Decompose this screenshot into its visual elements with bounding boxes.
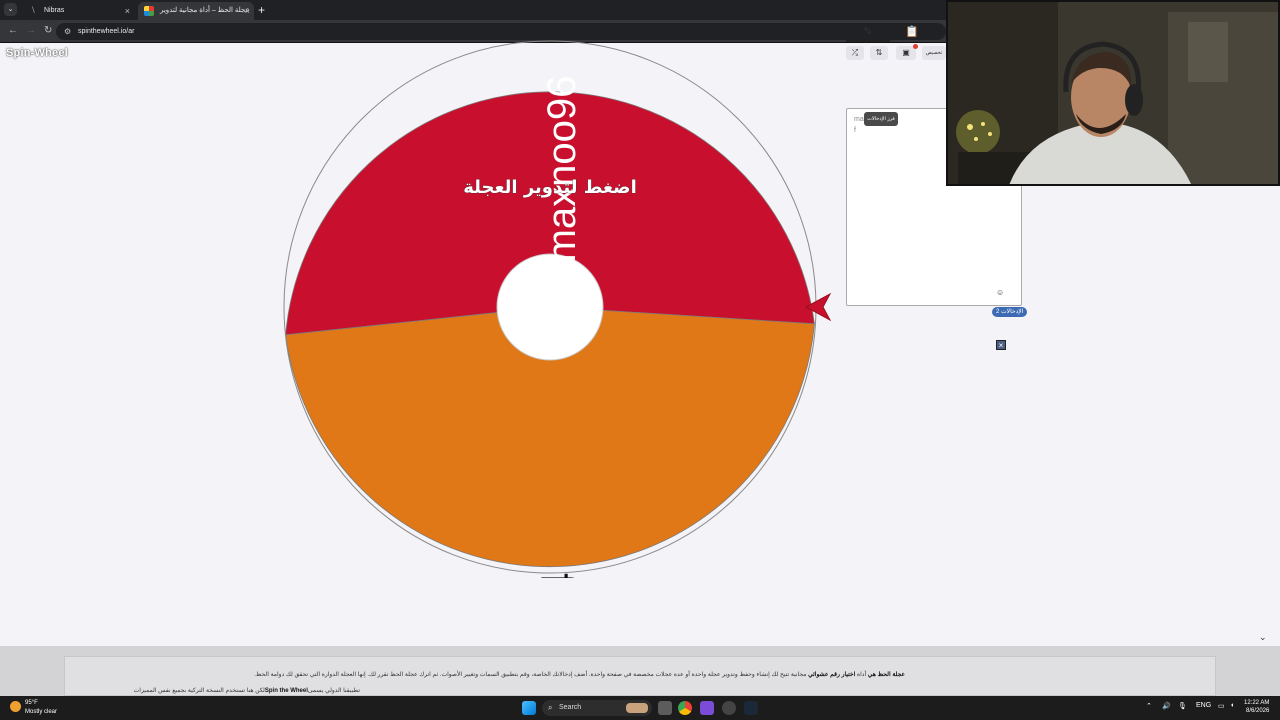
steam-icon[interactable] bbox=[744, 701, 758, 715]
shuffle-button[interactable]: ⤮ bbox=[846, 46, 864, 60]
chevron-down-icon[interactable]: ⌄ bbox=[1259, 632, 1267, 643]
image-icon: ▣ bbox=[902, 48, 910, 57]
chrome-icon[interactable] bbox=[678, 701, 692, 715]
wheel-pointer-icon bbox=[804, 292, 832, 322]
system-clock[interactable]: 12:22 AM 8/6/2026 bbox=[1244, 699, 1269, 715]
wheel-segment-2-label: f bbox=[530, 573, 586, 578]
spin-instruction-text[interactable]: اضغط لتدوير العجلة bbox=[463, 177, 637, 199]
network-icon[interactable]: ▭ bbox=[1218, 702, 1225, 710]
tab-search-button[interactable]: ⌄ bbox=[4, 3, 17, 16]
browser-tab-nibras[interactable]: ∖ Nibras × bbox=[22, 2, 134, 20]
site-logo[interactable]: Spin-Wheel bbox=[6, 47, 68, 59]
language-indicator[interactable]: ENG bbox=[1196, 702, 1211, 709]
entry-line: f bbox=[854, 127, 856, 134]
description-section: عجلة الحظ هي أداة اختيار رقم عشوائي مجان… bbox=[0, 646, 1280, 696]
close-tab-icon[interactable]: × bbox=[125, 2, 130, 20]
clock-time: 12:22 AM bbox=[1244, 700, 1270, 706]
tab-title: Nibras bbox=[44, 7, 65, 14]
speaker-icon[interactable]: ◖ bbox=[1230, 702, 1234, 709]
microphone-icon[interactable]: 🎙 bbox=[1178, 702, 1187, 710]
notification-dot bbox=[913, 44, 918, 49]
spinwheel-favicon-icon bbox=[144, 6, 154, 16]
description-line-2: تطبيقنا الدولي يسمىSpin the Wheelلكن هنا… bbox=[133, 688, 360, 694]
volume-icon[interactable]: 🔊 bbox=[1162, 702, 1171, 710]
windows-taskbar: 95°F Mostly clear ⌕ Search ⌃ 🔊 🎙 ENG ▭ ◖… bbox=[0, 696, 1280, 720]
customize-button[interactable]: تخصيص bbox=[922, 46, 946, 60]
clock-date: 8/6/2026 bbox=[1246, 708, 1270, 714]
browser-tab-spinthewheel[interactable]: عجلة الحظ – أداة مجانية لتدوير ال... × bbox=[138, 2, 254, 32]
search-highlight-icon bbox=[626, 703, 648, 713]
reload-icon[interactable]: ↻ bbox=[44, 24, 52, 38]
description-line-1: عجلة الحظ هي أداة اختيار رقم عشوائي مجان… bbox=[254, 672, 905, 678]
close-icon[interactable]: × bbox=[996, 340, 1006, 350]
search-label: Search bbox=[559, 704, 582, 711]
nibras-favicon-icon: ∖ bbox=[28, 6, 38, 16]
new-tab-button[interactable]: + bbox=[258, 2, 265, 18]
obs-icon[interactable] bbox=[722, 701, 736, 715]
shuffle-icon: ⤮ bbox=[851, 48, 859, 57]
weather-desc: Mostly clear bbox=[25, 709, 58, 715]
tab-entries[interactable]: ✎ bbox=[846, 24, 890, 42]
forward-arrow-icon[interactable]: → bbox=[26, 24, 36, 38]
spin-wheel[interactable]: maxnoo96 f اضغط لتدوير العجلة bbox=[279, 36, 821, 578]
streamer-webcam-image bbox=[948, 2, 1278, 184]
task-view-icon[interactable] bbox=[658, 701, 672, 715]
start-icon[interactable] bbox=[522, 701, 536, 715]
close-tab-icon[interactable]: × bbox=[245, 2, 250, 20]
weather-icon bbox=[10, 701, 21, 712]
back-arrow-icon[interactable]: ← bbox=[8, 24, 18, 38]
search-icon: ⌕ bbox=[548, 703, 553, 712]
entry-line: ma bbox=[854, 116, 864, 123]
tab-results[interactable]: 📋 bbox=[890, 24, 934, 42]
chevron-up-icon[interactable]: ⌃ bbox=[1146, 702, 1152, 710]
url-text: spinthewheel.io/ar bbox=[78, 28, 135, 35]
sort-icon: ⇅ bbox=[875, 48, 883, 57]
sort-button[interactable]: ⇅ bbox=[870, 46, 888, 60]
webcam-overlay bbox=[946, 0, 1280, 186]
wheel-segment-1-label: maxnoo96 bbox=[540, 76, 584, 263]
emoji-icon[interactable]: ☺ bbox=[996, 288, 1004, 297]
clipboard-icon: 📋 bbox=[905, 26, 919, 38]
pencil-icon: ✎ bbox=[863, 26, 873, 38]
discord-icon[interactable] bbox=[700, 701, 714, 715]
sort-tooltip: فرز الإدخالات bbox=[864, 112, 898, 126]
site-info-icon[interactable]: ⚙ bbox=[64, 23, 71, 40]
weather-temp: 95°F bbox=[25, 700, 38, 706]
entries-count-badge: الإدخالات 2 bbox=[992, 307, 1028, 317]
taskbar-search[interactable]: ⌕ Search bbox=[542, 700, 652, 716]
